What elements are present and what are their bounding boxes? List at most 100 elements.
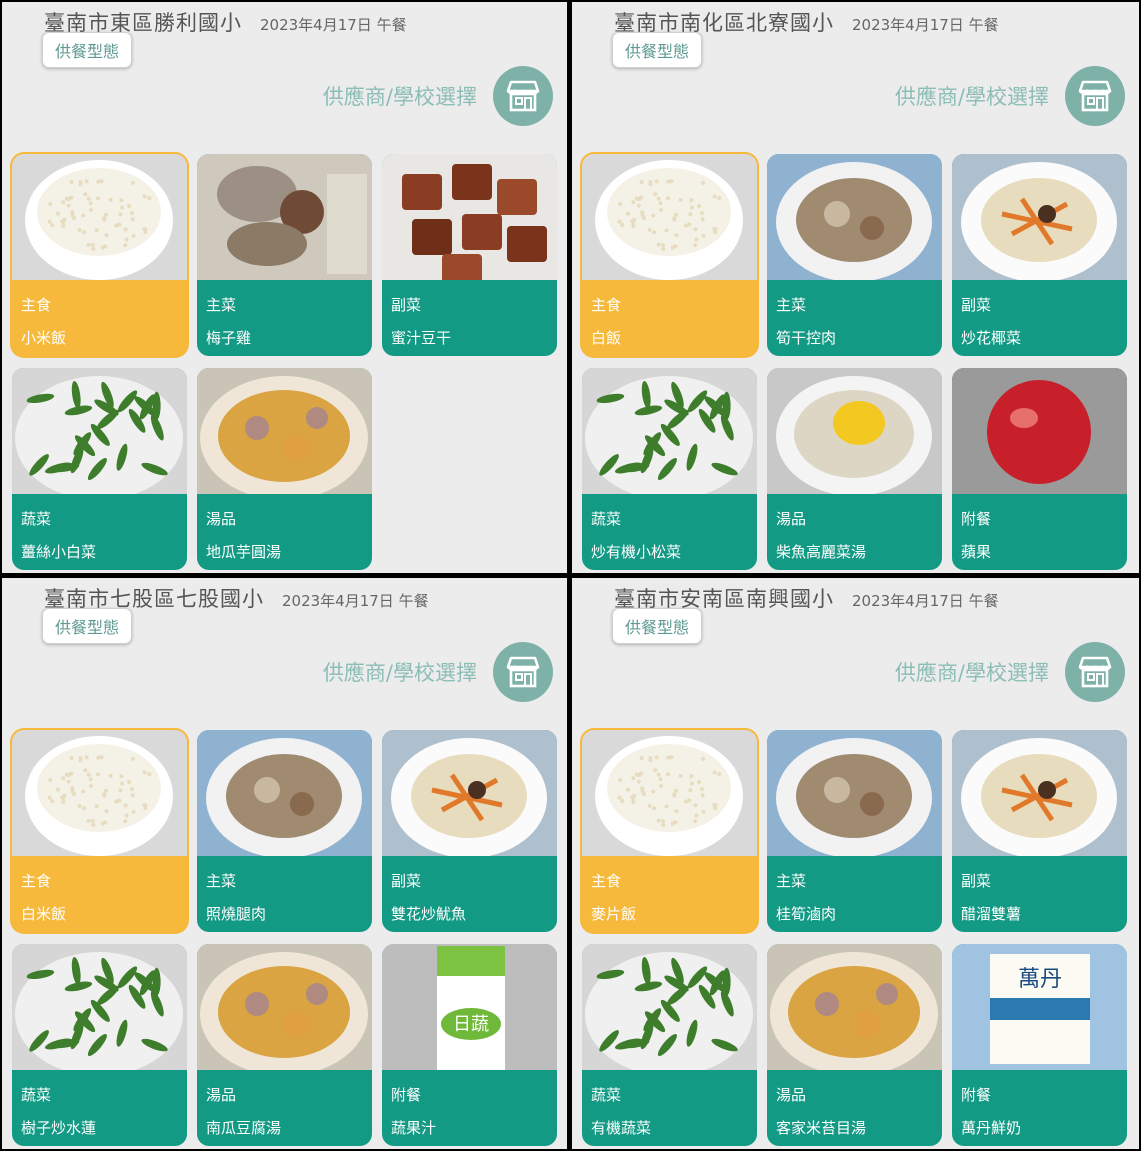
dish-card[interactable]: 副菜 炒花椰菜 xyxy=(952,154,1127,356)
dish-name: 薑絲小白菜 xyxy=(21,543,97,561)
dish-card[interactable]: 湯品 客家米苔目湯 xyxy=(767,944,942,1146)
school-panel: 臺南市南化區北寮國小 2023年4月17日 午餐 供餐型態 供應商/學校選擇 主食… xyxy=(572,2,1139,573)
dish-card-grid: 主食 麥片飯 主菜 桂筍滷肉 副菜 醋溜雙薯 蔬菜 有機蔬菜 湯品 客家米苔目湯 萬丹 附餐 萬丹鮮奶 xyxy=(582,730,1127,1146)
svg-text:萬丹: 萬丹 xyxy=(1018,967,1062,992)
dish-card[interactable]: 副菜 蜜汁豆干 xyxy=(382,154,557,356)
dish-card[interactable]: 主食 麥片飯 xyxy=(582,730,757,932)
dish-card[interactable]: 主菜 梅子雞 xyxy=(197,154,372,356)
dish-name: 萬丹鮮奶 xyxy=(961,1119,1022,1137)
meal-type-button[interactable]: 供餐型態 xyxy=(42,608,133,644)
dish-photo: 萬丹 xyxy=(952,944,1127,1070)
dish-name: 樹子炒水蓮 xyxy=(21,1119,97,1137)
dish-photo xyxy=(952,154,1127,280)
storefront-icon[interactable] xyxy=(1065,642,1125,702)
dish-category: 湯品 xyxy=(206,510,237,528)
dish-card[interactable]: 主食 白飯 xyxy=(582,154,757,356)
dish-name: 柴魚高麗菜湯 xyxy=(776,543,867,561)
supplier-selector[interactable]: 供應商/學校選擇 xyxy=(323,642,553,702)
dish-caption: 附餐 蔬果汁 xyxy=(382,1070,557,1138)
dish-name: 麥片飯 xyxy=(591,905,637,923)
dish-caption: 主菜 桂筍滷肉 xyxy=(767,856,942,924)
dish-photo xyxy=(197,154,372,280)
dish-name: 地瓜芋圓湯 xyxy=(206,543,282,561)
dish-photo xyxy=(12,368,187,494)
dish-name: 梅子雞 xyxy=(206,329,252,347)
dish-category: 主食 xyxy=(591,296,622,314)
dish-card[interactable]: 蔬菜 樹子炒水蓮 xyxy=(12,944,187,1146)
dish-caption: 副菜 醋溜雙薯 xyxy=(952,856,1127,924)
dish-category: 副菜 xyxy=(391,872,422,890)
dish-caption: 主菜 筍干控肉 xyxy=(767,280,942,348)
dish-caption: 湯品 南瓜豆腐湯 xyxy=(197,1070,372,1138)
dish-name: 蔬果汁 xyxy=(391,1119,437,1137)
dish-photo xyxy=(767,368,942,494)
dish-caption: 主食 麥片飯 xyxy=(582,856,757,924)
supplier-label[interactable]: 供應商/學校選擇 xyxy=(323,657,477,687)
dish-card[interactable]: 湯品 地瓜芋圓湯 xyxy=(197,368,372,570)
supplier-label[interactable]: 供應商/學校選擇 xyxy=(323,81,477,111)
dish-photo xyxy=(12,154,187,280)
dish-card[interactable]: 蔬菜 薑絲小白菜 xyxy=(12,368,187,570)
meal-type-button[interactable]: 供餐型態 xyxy=(42,32,133,68)
dish-card[interactable]: 湯品 柴魚高麗菜湯 xyxy=(767,368,942,570)
dish-name: 客家米苔目湯 xyxy=(776,1119,867,1137)
dish-name: 雙花炒魷魚 xyxy=(391,905,467,923)
meal-date: 2023年4月17日 午餐 xyxy=(282,592,429,610)
dish-photo xyxy=(767,154,942,280)
dish-card[interactable]: 日蔬 附餐 蔬果汁 xyxy=(382,944,557,1146)
dish-photo xyxy=(197,368,372,494)
supplier-selector[interactable]: 供應商/學校選擇 xyxy=(323,66,553,126)
dish-card[interactable]: 附餐 蘋果 xyxy=(952,368,1127,570)
dish-card-grid: 主食 小米飯 主菜 梅子雞 副菜 蜜汁豆干 蔬菜 薑絲小白菜 湯品 地瓜芋圓湯 xyxy=(12,154,557,570)
dish-card[interactable]: 蔬菜 有機蔬菜 xyxy=(582,944,757,1146)
dish-card[interactable]: 蔬菜 炒有機小松菜 xyxy=(582,368,757,570)
dish-photo xyxy=(197,730,372,856)
dish-category: 附餐 xyxy=(961,510,992,528)
dish-card[interactable]: 副菜 醋溜雙薯 xyxy=(952,730,1127,932)
school-panel: 臺南市七股區七股國小 2023年4月17日 午餐 供餐型態 供應商/學校選擇 主食… xyxy=(2,578,567,1149)
dish-name: 炒花椰菜 xyxy=(961,329,1022,347)
storefront-icon[interactable] xyxy=(493,642,553,702)
dish-card[interactable]: 主食 小米飯 xyxy=(12,154,187,356)
dish-photo xyxy=(767,730,942,856)
dish-category: 主菜 xyxy=(776,872,807,890)
dish-category: 附餐 xyxy=(961,1086,992,1104)
dish-name: 醋溜雙薯 xyxy=(961,905,1022,923)
school-panel: 臺南市安南區南興國小 2023年4月17日 午餐 供餐型態 供應商/學校選擇 主食… xyxy=(572,578,1139,1149)
dish-photo xyxy=(582,368,757,494)
meal-type-button[interactable]: 供餐型態 xyxy=(612,32,703,68)
dish-card[interactable]: 湯品 南瓜豆腐湯 xyxy=(197,944,372,1146)
dish-card[interactable]: 主菜 筍干控肉 xyxy=(767,154,942,356)
dish-photo xyxy=(197,944,372,1070)
dish-card[interactable]: 主菜 照燒腿肉 xyxy=(197,730,372,932)
storefront-icon[interactable] xyxy=(1065,66,1125,126)
dish-caption: 副菜 蜜汁豆干 xyxy=(382,280,557,348)
storefront-icon[interactable] xyxy=(493,66,553,126)
supplier-label[interactable]: 供應商/學校選擇 xyxy=(895,657,1049,687)
dish-photo xyxy=(582,730,757,856)
dish-category: 湯品 xyxy=(776,1086,807,1104)
dish-photo xyxy=(382,154,557,280)
meal-date: 2023年4月17日 午餐 xyxy=(260,16,407,34)
dish-card[interactable]: 主食 白米飯 xyxy=(12,730,187,932)
dish-caption: 主食 白飯 xyxy=(582,280,757,348)
dish-caption: 湯品 柴魚高麗菜湯 xyxy=(767,494,942,562)
meal-type-button[interactable]: 供餐型態 xyxy=(612,608,703,644)
dish-card[interactable]: 副菜 雙花炒魷魚 xyxy=(382,730,557,932)
dish-category: 蔬菜 xyxy=(591,510,622,528)
dish-caption: 主食 白米飯 xyxy=(12,856,187,924)
dish-category: 蔬菜 xyxy=(591,1086,622,1104)
dish-photo: 日蔬 xyxy=(382,944,557,1070)
dish-name: 白飯 xyxy=(591,329,622,347)
dish-caption: 湯品 地瓜芋圓湯 xyxy=(197,494,372,562)
dish-card[interactable]: 萬丹附餐萬丹鮮奶 xyxy=(952,944,1127,1146)
dish-card[interactable]: 主菜 桂筍滷肉 xyxy=(767,730,942,932)
supplier-selector[interactable]: 供應商/學校選擇 xyxy=(895,642,1125,702)
dish-caption: 蔬菜 薑絲小白菜 xyxy=(12,494,187,562)
menu-comparison-grid: 臺南市東區勝利國小 2023年4月17日 午餐 供餐型態 供應商/學校選擇 主食小… xyxy=(0,0,1141,1151)
supplier-label[interactable]: 供應商/學校選擇 xyxy=(895,81,1049,111)
dish-name: 蘋果 xyxy=(961,543,992,561)
supplier-selector[interactable]: 供應商/學校選擇 xyxy=(895,66,1125,126)
meal-date: 2023年4月17日 午餐 xyxy=(852,16,999,34)
dish-photo xyxy=(582,154,757,280)
